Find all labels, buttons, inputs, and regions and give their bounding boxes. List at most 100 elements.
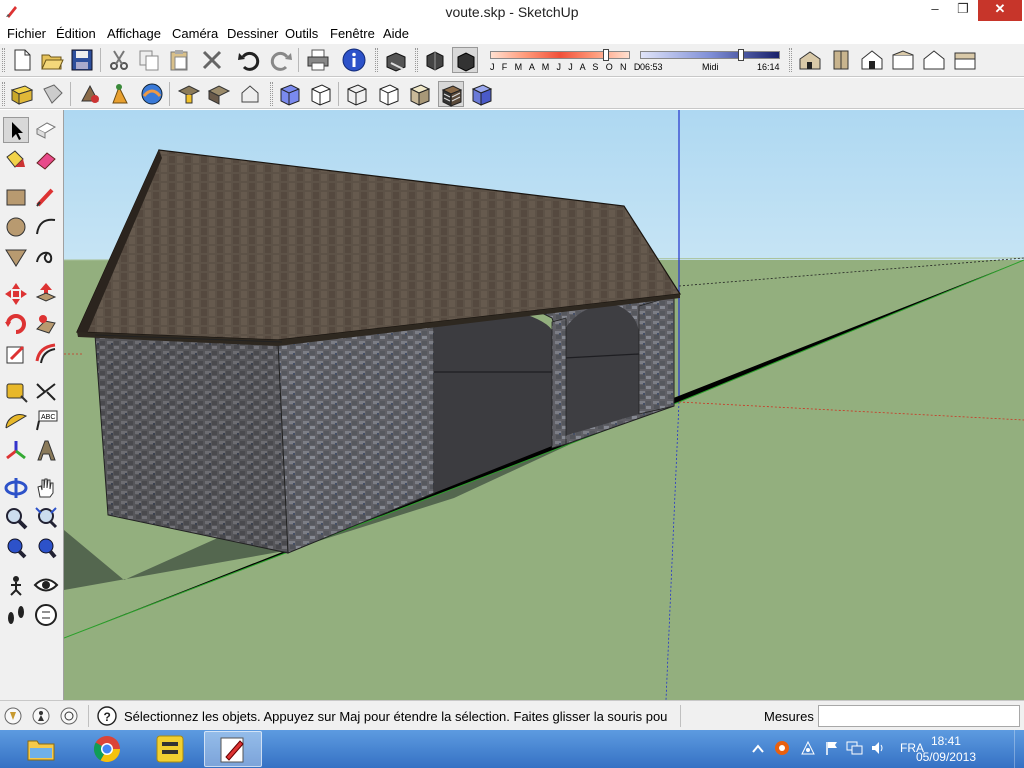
account-icon[interactable]	[60, 707, 78, 725]
back-edges-icon[interactable]	[308, 81, 334, 107]
show-desktop-button[interactable]	[1014, 730, 1024, 768]
erase-icon[interactable]	[199, 47, 225, 73]
media-app-button[interactable]	[142, 731, 200, 767]
front-view-icon[interactable]	[859, 47, 885, 73]
tape-measure-icon[interactable]	[3, 378, 29, 404]
scale-icon[interactable]	[3, 341, 29, 367]
shadow-date-slider[interactable]: J F M A M J J A S O N D	[488, 49, 640, 73]
rectangle-icon[interactable]	[3, 184, 29, 210]
drawing-area[interactable]	[64, 110, 1024, 700]
paint-bucket-icon[interactable]	[3, 147, 29, 173]
zoom-icon[interactable]	[3, 505, 29, 531]
offset-icon[interactable]	[33, 341, 59, 367]
share-model-icon[interactable]	[139, 81, 165, 107]
zoom-window-icon[interactable]	[33, 505, 59, 531]
axes-icon[interactable]	[3, 438, 29, 464]
close-button[interactable]: ✕	[978, 0, 1022, 21]
shadow-settings-icon[interactable]	[422, 47, 448, 73]
sandbox-icon[interactable]	[176, 81, 202, 107]
component-icon[interactable]	[9, 81, 35, 107]
make-component-icon[interactable]	[237, 81, 263, 107]
shadow-time-slider[interactable]: 06:53 Midi 16:14	[638, 49, 784, 73]
monochrome-icon[interactable]	[469, 81, 495, 107]
toolbar-grip[interactable]	[270, 82, 273, 106]
volume-icon[interactable]	[870, 740, 886, 756]
show-hidden-icons-icon[interactable]	[752, 744, 764, 754]
new-icon[interactable]	[9, 47, 35, 73]
menu-fenetre[interactable]: Fenêtre	[330, 26, 375, 41]
system-clock[interactable]: 18:41 05/09/2013	[916, 733, 976, 765]
toolbar-grip[interactable]	[2, 48, 5, 72]
push-pull-icon[interactable]	[33, 281, 59, 307]
tray-app-icon[interactable]	[774, 740, 790, 756]
photo-texture-icon[interactable]	[206, 81, 232, 107]
chrome-button[interactable]	[78, 731, 136, 767]
3d-text-icon[interactable]	[33, 438, 59, 464]
right-view-icon[interactable]	[890, 47, 916, 73]
add-location-icon[interactable]	[77, 81, 103, 107]
freehand-icon[interactable]	[33, 244, 59, 270]
save-icon[interactable]	[69, 47, 95, 73]
zoom-extents-icon[interactable]	[3, 535, 29, 561]
previous-view-icon[interactable]	[33, 535, 59, 561]
hidden-line-icon[interactable]	[376, 81, 402, 107]
menu-affichage[interactable]: Affichage	[107, 26, 161, 41]
menu-camera[interactable]: Caméra	[172, 26, 218, 41]
iso-view-icon[interactable]	[797, 47, 823, 73]
restore-button[interactable]: ❐	[950, 0, 976, 20]
line-icon[interactable]	[33, 184, 59, 210]
geolocation-icon[interactable]	[4, 707, 22, 725]
toolbar-grip[interactable]	[789, 48, 792, 72]
pan-icon[interactable]	[33, 475, 59, 501]
shaded-icon[interactable]	[407, 81, 433, 107]
arc-icon[interactable]	[33, 214, 59, 240]
dimension-icon[interactable]	[33, 378, 59, 404]
paint-bucket-icon[interactable]	[40, 81, 66, 107]
copy-icon[interactable]	[136, 47, 162, 73]
credits-icon[interactable]	[32, 707, 50, 725]
measurements-input[interactable]	[818, 705, 1020, 727]
undo-icon[interactable]	[236, 47, 262, 73]
help-icon[interactable]: ?	[97, 706, 117, 726]
position-camera-icon[interactable]	[3, 572, 29, 598]
make-component-icon[interactable]	[33, 117, 59, 143]
eraser-icon[interactable]	[33, 147, 59, 173]
menu-outils[interactable]: Outils	[285, 26, 318, 41]
rotate-icon[interactable]	[3, 311, 29, 337]
walk-icon[interactable]	[3, 602, 29, 628]
polygon-icon[interactable]	[3, 244, 29, 270]
network-icon[interactable]	[846, 740, 864, 756]
text-icon[interactable]: ABC	[33, 408, 59, 434]
action-center-flag-icon[interactable]	[824, 740, 840, 756]
menu-fichier[interactable]: Fichier	[7, 26, 46, 41]
wireframe-icon[interactable]	[344, 81, 370, 107]
model-view[interactable]	[64, 110, 1024, 700]
redo-icon[interactable]	[268, 47, 294, 73]
paste-icon[interactable]	[166, 47, 192, 73]
menu-edition[interactable]: Édition	[56, 26, 96, 41]
follow-me-icon[interactable]	[33, 311, 59, 337]
xray-icon[interactable]	[277, 81, 303, 107]
back-view-icon[interactable]	[921, 47, 947, 73]
fog-icon[interactable]	[452, 47, 478, 73]
cut-icon[interactable]	[106, 47, 132, 73]
menu-dessiner[interactable]: Dessiner	[227, 26, 278, 41]
open-icon[interactable]	[39, 47, 65, 73]
menu-aide[interactable]: Aide	[383, 26, 409, 41]
tray-app-icon[interactable]	[800, 740, 816, 756]
print-icon[interactable]	[305, 47, 331, 73]
look-around-icon[interactable]	[33, 572, 59, 598]
shadows-toggle-icon[interactable]	[383, 47, 409, 73]
select-icon[interactable]	[3, 117, 29, 143]
orbit-icon[interactable]	[3, 475, 29, 501]
move-icon[interactable]	[3, 281, 29, 307]
top-view-icon[interactable]	[828, 47, 854, 73]
left-view-icon[interactable]	[952, 47, 978, 73]
section-plane-icon[interactable]	[33, 602, 59, 628]
toolbar-grip[interactable]	[415, 48, 418, 72]
shaded-textures-icon[interactable]	[438, 81, 464, 107]
toolbar-grip[interactable]	[2, 82, 5, 106]
sketchup-task-button[interactable]	[204, 731, 262, 767]
minimize-button[interactable]: –	[920, 0, 950, 20]
model-info-icon[interactable]	[341, 47, 367, 73]
